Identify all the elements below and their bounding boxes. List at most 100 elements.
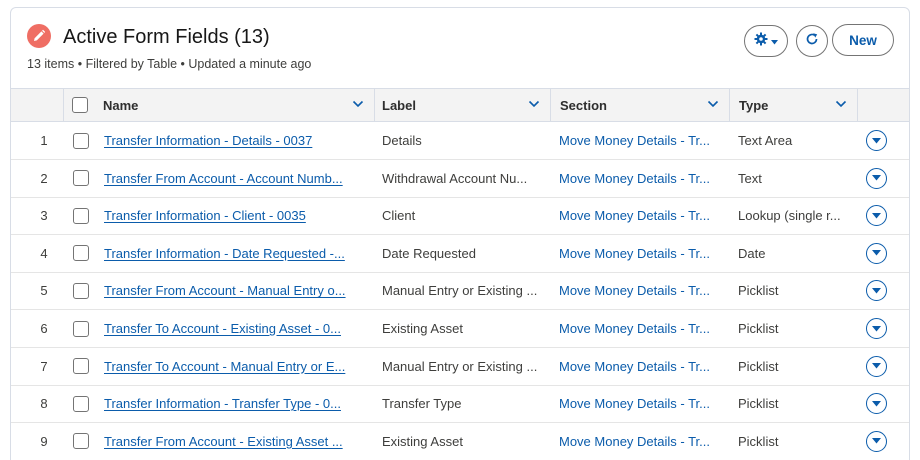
row-checkbox[interactable] (73, 170, 89, 187)
section-link[interactable]: Move Money Details - Tr... (559, 283, 721, 298)
type-text: Text Area (738, 133, 793, 148)
row-checkbox[interactable] (73, 132, 89, 149)
row-checkbox[interactable] (73, 433, 89, 450)
row-action-button[interactable] (865, 167, 887, 189)
row-checkbox[interactable] (73, 282, 89, 299)
type-cell: Text (738, 160, 858, 197)
row-action-cell (863, 272, 889, 309)
chevron-down-icon[interactable] (707, 98, 719, 113)
list-settings-button[interactable] (744, 25, 788, 57)
table-row: 2 Transfer From Account - Account Numb...… (11, 160, 909, 198)
section-link[interactable]: Move Money Details - Tr... (559, 171, 721, 186)
new-button[interactable]: New (832, 24, 894, 56)
section-cell: Move Money Details - Tr... (559, 197, 721, 234)
section-link[interactable]: Move Money Details - Tr... (559, 359, 721, 374)
dropdown-circle-icon (871, 212, 881, 219)
row-select (69, 197, 93, 234)
row-action-button[interactable] (865, 318, 887, 339)
row-checkbox[interactable] (73, 395, 89, 412)
row-action-button[interactable] (865, 280, 887, 302)
row-action-cell (863, 423, 889, 460)
row-action-button[interactable] (865, 130, 887, 151)
record-link[interactable]: Transfer From Account - Manual Entry o..… (104, 283, 366, 298)
row-number: 4 (40, 245, 48, 261)
row-action-button[interactable] (865, 355, 887, 377)
type-text: Picklist (738, 396, 779, 412)
gear-icon (754, 32, 768, 51)
column-header-label[interactable]: Label (375, 89, 551, 121)
row-checkbox[interactable] (73, 245, 89, 262)
refresh-icon (805, 32, 819, 51)
chevron-down-icon[interactable] (352, 98, 364, 113)
row-checkbox[interactable] (73, 320, 89, 337)
row-checkbox[interactable] (73, 358, 89, 375)
table-row: 4 Transfer Information - Date Requested -… (11, 235, 909, 273)
chevron-down-icon[interactable] (835, 98, 847, 113)
label-text: Manual Entry or Existing ... (382, 358, 538, 374)
record-link[interactable]: Transfer Information - Transfer Type - 0… (104, 396, 366, 411)
type-cell: Picklist (738, 385, 858, 422)
column-header-section[interactable]: Section (551, 89, 730, 121)
section-link[interactable]: Move Money Details - Tr... (559, 208, 721, 223)
section-cell: Move Money Details - Tr... (559, 310, 721, 347)
dropdown-circle-icon (871, 287, 881, 294)
section-link[interactable]: Move Money Details - Tr... (559, 321, 721, 336)
type-text: Picklist (738, 433, 779, 449)
name-cell: Transfer Information - Client - 0035 (104, 197, 366, 234)
record-link[interactable]: Transfer From Account - Account Numb... (104, 171, 366, 186)
section-link[interactable]: Move Money Details - Tr... (559, 396, 721, 411)
section-link[interactable]: Move Money Details - Tr... (559, 434, 721, 449)
dropdown-circle-icon (871, 400, 881, 407)
table-header: Name Label Section Type (11, 88, 909, 122)
column-label-label: Label (382, 97, 416, 113)
section-cell: Move Money Details - Tr... (559, 348, 721, 385)
dropdown-circle-icon (871, 250, 881, 256)
row-action-cell (863, 235, 889, 272)
row-select (69, 122, 93, 159)
row-action-button[interactable] (865, 242, 887, 264)
record-link[interactable]: Transfer Information - Client - 0035 (104, 208, 366, 223)
dropdown-circle-icon (871, 175, 881, 181)
list-status-text: 13 items • Filtered by Table • Updated a… (27, 57, 312, 71)
row-action-button[interactable] (865, 205, 887, 227)
section-cell: Move Money Details - Tr... (559, 272, 721, 309)
column-label-name: Name (103, 97, 139, 113)
table-row: 6 Transfer To Account - Existing Asset - … (11, 310, 909, 348)
row-checkbox[interactable] (73, 207, 89, 224)
label-text: Withdrawal Account Nu... (382, 170, 528, 186)
record-link[interactable]: Transfer Information - Date Requested -.… (104, 246, 366, 261)
row-number: 9 (40, 433, 48, 449)
chevron-down-icon[interactable] (528, 98, 540, 113)
record-link[interactable]: Transfer To Account - Existing Asset - 0… (104, 321, 366, 336)
row-action-cell (863, 348, 889, 385)
list-view-card: Active Form Fields (13) 13 items • Filte… (10, 7, 910, 460)
row-select (69, 272, 93, 309)
record-link[interactable]: Transfer From Account - Existing Asset .… (104, 434, 366, 449)
row-number-header (11, 89, 64, 121)
section-link[interactable]: Move Money Details - Tr... (559, 133, 721, 148)
label-text: Transfer Type (382, 396, 462, 412)
select-all-checkbox[interactable] (72, 97, 88, 113)
record-link[interactable]: Transfer To Account - Manual Entry or E.… (104, 359, 366, 374)
row-select (69, 235, 93, 272)
type-cell: Picklist (738, 310, 858, 347)
label-cell: Withdrawal Account Nu... (382, 160, 547, 197)
row-number: 7 (40, 358, 48, 374)
page-title: Active Form Fields (13) (63, 26, 270, 48)
section-link[interactable]: Move Money Details - Tr... (559, 246, 721, 261)
record-link[interactable]: Transfer Information - Details - 0037 (104, 133, 366, 148)
column-header-type[interactable]: Type (730, 89, 858, 121)
section-cell: Move Money Details - Tr... (559, 423, 721, 460)
name-cell: Transfer From Account - Account Numb... (104, 160, 366, 197)
row-select (69, 310, 93, 347)
row-action-button[interactable] (865, 393, 887, 415)
row-select (69, 385, 93, 422)
column-header-name[interactable]: Name (94, 89, 375, 121)
caret-down-icon (771, 32, 778, 50)
column-label-type: Type (739, 97, 769, 113)
label-cell: Transfer Type (382, 385, 547, 422)
dropdown-circle-icon (871, 137, 881, 144)
label-cell: Existing Asset (382, 423, 547, 460)
row-action-button[interactable] (865, 430, 887, 452)
refresh-button[interactable] (796, 25, 828, 57)
